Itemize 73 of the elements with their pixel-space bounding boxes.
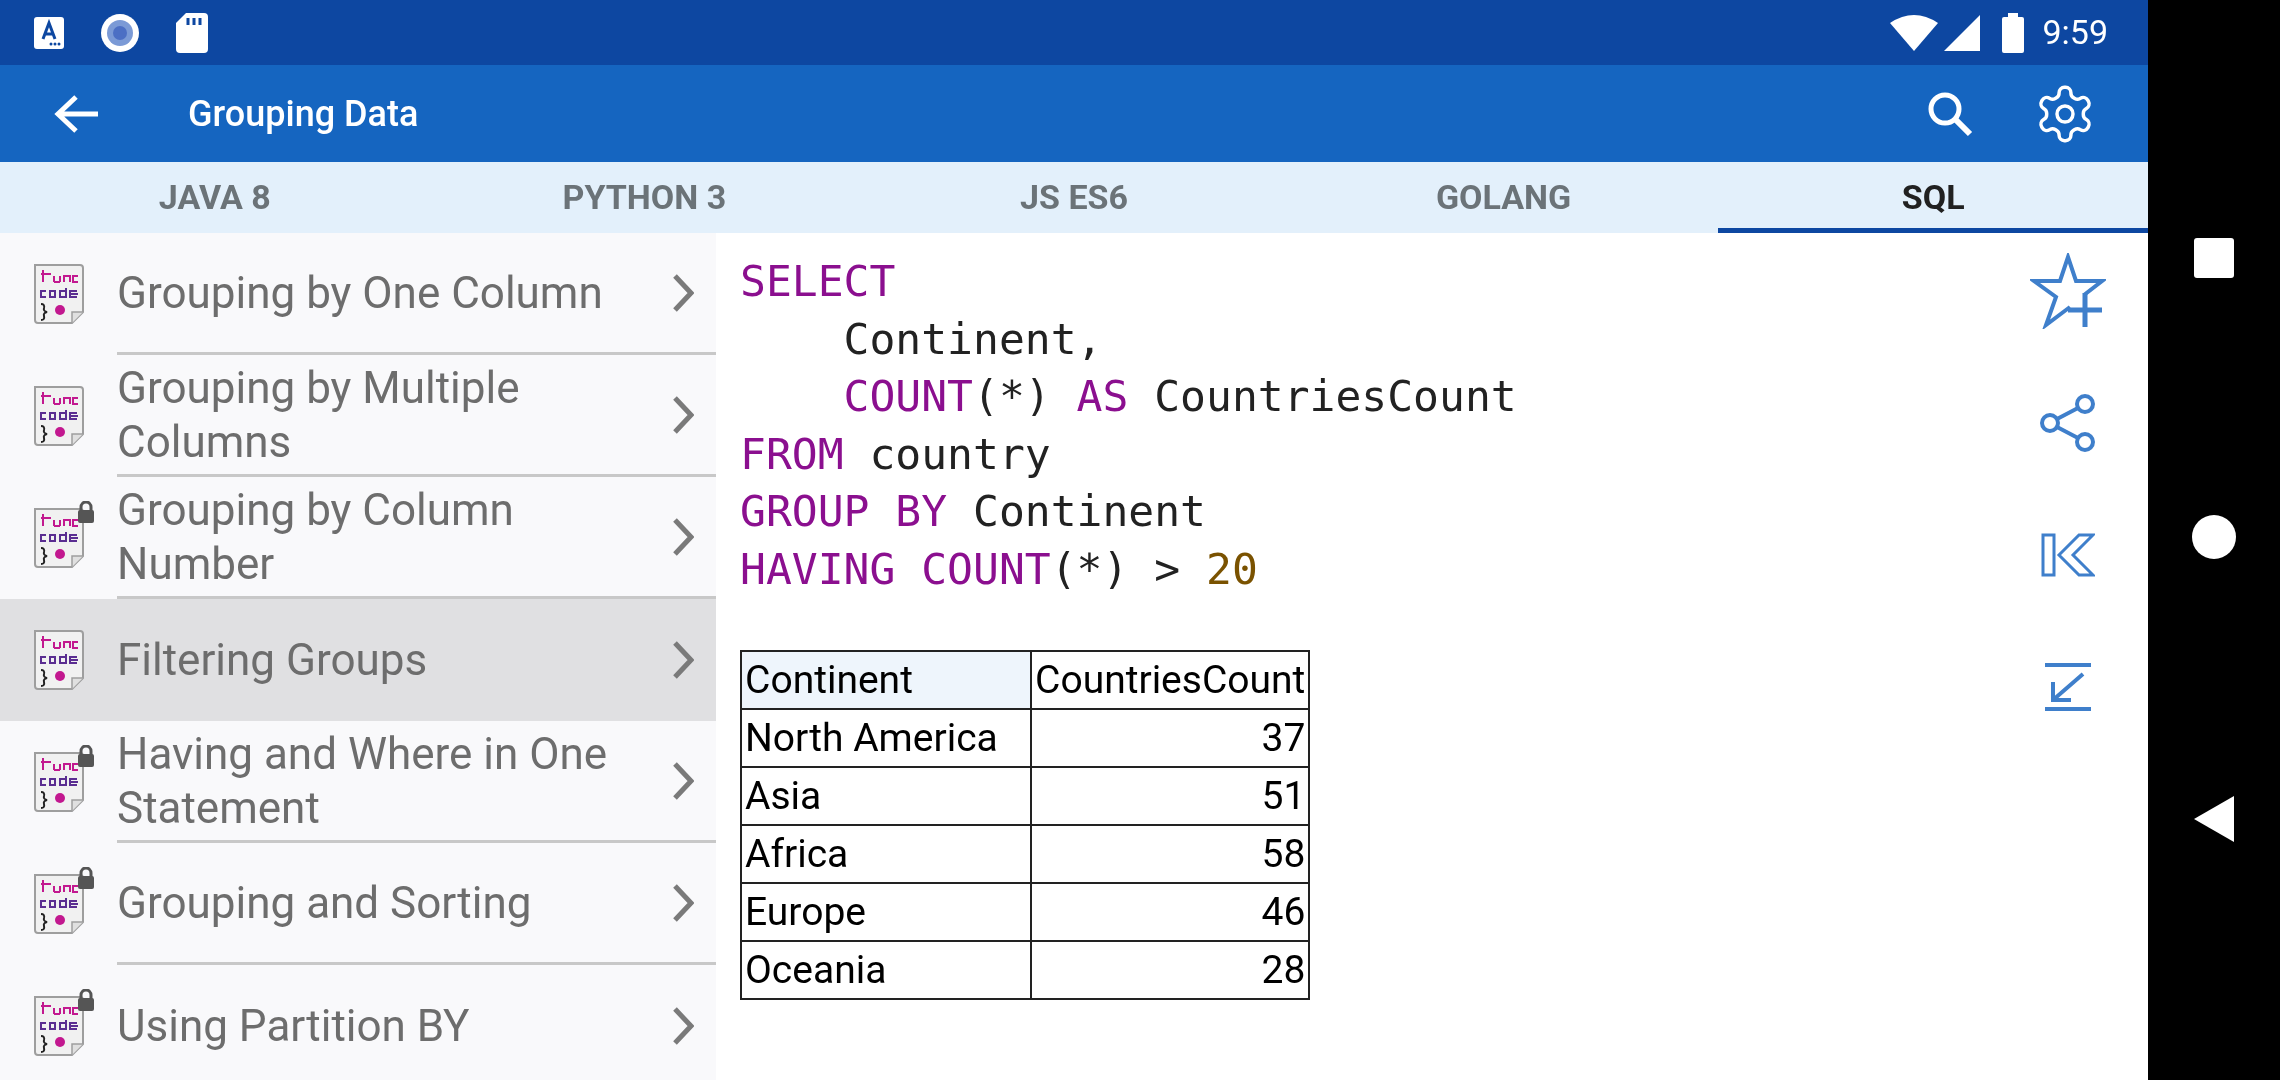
language-tab[interactable]: JS ES6 (859, 162, 1289, 233)
table-cell: 58 (1031, 825, 1310, 883)
topic-label: Filtering Groups (117, 633, 429, 687)
sd-card-icon (176, 12, 208, 53)
chevron-right-icon (672, 882, 694, 923)
table-cell: 51 (1031, 767, 1310, 825)
app-title: Grouping Data (188, 91, 419, 137)
code-line: GROUP BY Continent (740, 485, 1206, 538)
lock-icon (77, 867, 95, 889)
table-cell: North America (741, 709, 1031, 767)
code-file-icon (31, 384, 86, 448)
code-line: SELECT (740, 255, 896, 308)
code-file-icon (31, 262, 86, 326)
topic-item[interactable]: Grouping by Multiple Columns (0, 355, 716, 477)
lock-icon (77, 989, 95, 1011)
code-file-icon (31, 506, 86, 570)
back-nav-button[interactable] (2194, 796, 2234, 842)
language-tab[interactable]: PYTHON 3 (429, 162, 860, 233)
back-arrow-icon (54, 93, 100, 134)
topic-item[interactable]: Grouping by One Column (0, 233, 716, 355)
language-tab[interactable]: JAVA 8 (0, 162, 430, 233)
lock-icon (77, 501, 95, 523)
topic-label: Grouping by Multiple Columns (117, 360, 521, 469)
square-icon (2194, 238, 2234, 278)
code-file-icon (31, 994, 86, 1058)
chevron-right-icon (672, 1006, 694, 1046)
table-cell: Africa (741, 825, 1031, 883)
topic-item[interactable]: Filtering Groups (0, 599, 716, 721)
search-icon (1927, 90, 1973, 137)
skip-to-start-icon (2041, 533, 2095, 577)
chevron-right-icon (672, 394, 694, 435)
code-line: HAVING COUNT(*) > 20 (740, 542, 1258, 596)
table-cell: 46 (1031, 883, 1310, 941)
code-line: FROM country (740, 427, 1051, 481)
circle-icon (2191, 514, 2237, 560)
table-cell: Asia (741, 767, 1031, 825)
code-line: COUNT(*) AS CountriesCount (843, 370, 1517, 423)
code-file-icon (31, 872, 86, 936)
language-tab[interactable]: GOLANG (1288, 162, 1719, 233)
home-button[interactable] (2191, 514, 2237, 560)
wifi-icon (1890, 14, 1939, 51)
topic-label: Having and Where in One Statement (117, 726, 609, 835)
battery-icon (2002, 12, 2025, 53)
accessibility-icon (34, 16, 64, 49)
table-cell: 28 (1031, 941, 1310, 999)
chevron-right-icon (672, 760, 694, 801)
arrow-down-left-icon (2043, 662, 2093, 712)
topic-item[interactable]: Using Partition BY (0, 965, 716, 1080)
code-line: Continent, (843, 312, 1103, 366)
favorite-add-button[interactable] (2028, 251, 2108, 331)
topic-label: Grouping by One Column (117, 265, 604, 320)
table-cell: 37 (1031, 709, 1310, 767)
topic-item[interactable]: Having and Where in One Statement (0, 721, 716, 843)
share-icon (2038, 393, 2098, 453)
chevron-right-icon (672, 516, 694, 557)
star-plus-icon (2030, 253, 2106, 329)
table-cell: Oceania (741, 941, 1031, 999)
record-icon (100, 12, 140, 53)
column-header: Continent (741, 651, 1031, 709)
topic-item[interactable]: Grouping and Sorting (0, 843, 716, 965)
signal-icon (1944, 14, 1981, 51)
status-time: 9:59 (2042, 11, 2108, 54)
topic-label: Grouping and Sorting (117, 875, 533, 930)
chevron-right-icon (672, 272, 694, 313)
topic-label: Grouping by Column Number (117, 482, 515, 591)
triangle-icon (2194, 796, 2234, 842)
table-cell: Europe (741, 883, 1031, 941)
lock-icon (77, 745, 95, 767)
chevron-right-icon (672, 640, 694, 680)
code-file-icon (31, 750, 86, 814)
column-header: CountriesCount (1031, 651, 1310, 709)
code-file-icon (31, 628, 86, 692)
topic-label: Using Partition BY (117, 999, 471, 1053)
